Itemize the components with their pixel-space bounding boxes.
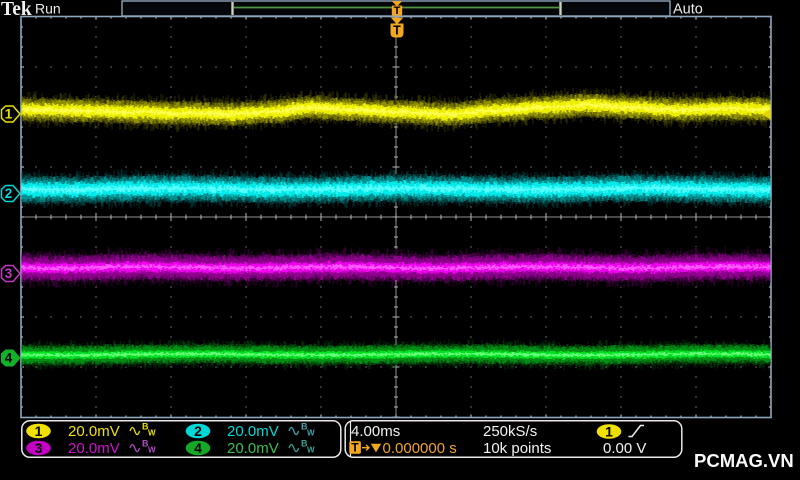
svg-text:T: T (393, 24, 401, 38)
svg-text:20.0mV: 20.0mV (68, 423, 120, 440)
svg-text:T: T (394, 5, 401, 17)
svg-text:4.00ms: 4.00ms (351, 423, 400, 440)
svg-text:250kS/s: 250kS/s (483, 423, 537, 440)
svg-text:0.000000 s: 0.000000 s (383, 440, 457, 457)
svg-text:20.0mV: 20.0mV (227, 423, 279, 440)
svg-text:1: 1 (5, 107, 13, 122)
svg-text:W: W (307, 446, 315, 455)
svg-text:4: 4 (5, 351, 13, 366)
svg-text:4: 4 (194, 440, 202, 456)
svg-text:T: T (351, 441, 359, 455)
svg-text:20.0mV: 20.0mV (68, 440, 120, 457)
svg-text:3: 3 (35, 440, 43, 456)
svg-text:1: 1 (35, 423, 43, 439)
svg-text:W: W (307, 429, 315, 438)
svg-text:Tek: Tek (1, 0, 32, 20)
svg-text:20.0mV: 20.0mV (227, 440, 279, 457)
svg-text:PCMAG.VN: PCMAG.VN (694, 450, 794, 471)
svg-text:2: 2 (5, 186, 13, 201)
svg-text:W: W (148, 429, 156, 438)
svg-text:3: 3 (5, 266, 13, 281)
svg-text:1: 1 (605, 424, 613, 440)
svg-text:W: W (148, 446, 156, 455)
svg-text:Auto: Auto (673, 2, 703, 18)
svg-text:Run: Run (35, 1, 61, 17)
svg-text:10k points: 10k points (483, 440, 551, 457)
svg-text:2: 2 (194, 423, 202, 439)
svg-text:0.00 V: 0.00 V (603, 440, 646, 457)
